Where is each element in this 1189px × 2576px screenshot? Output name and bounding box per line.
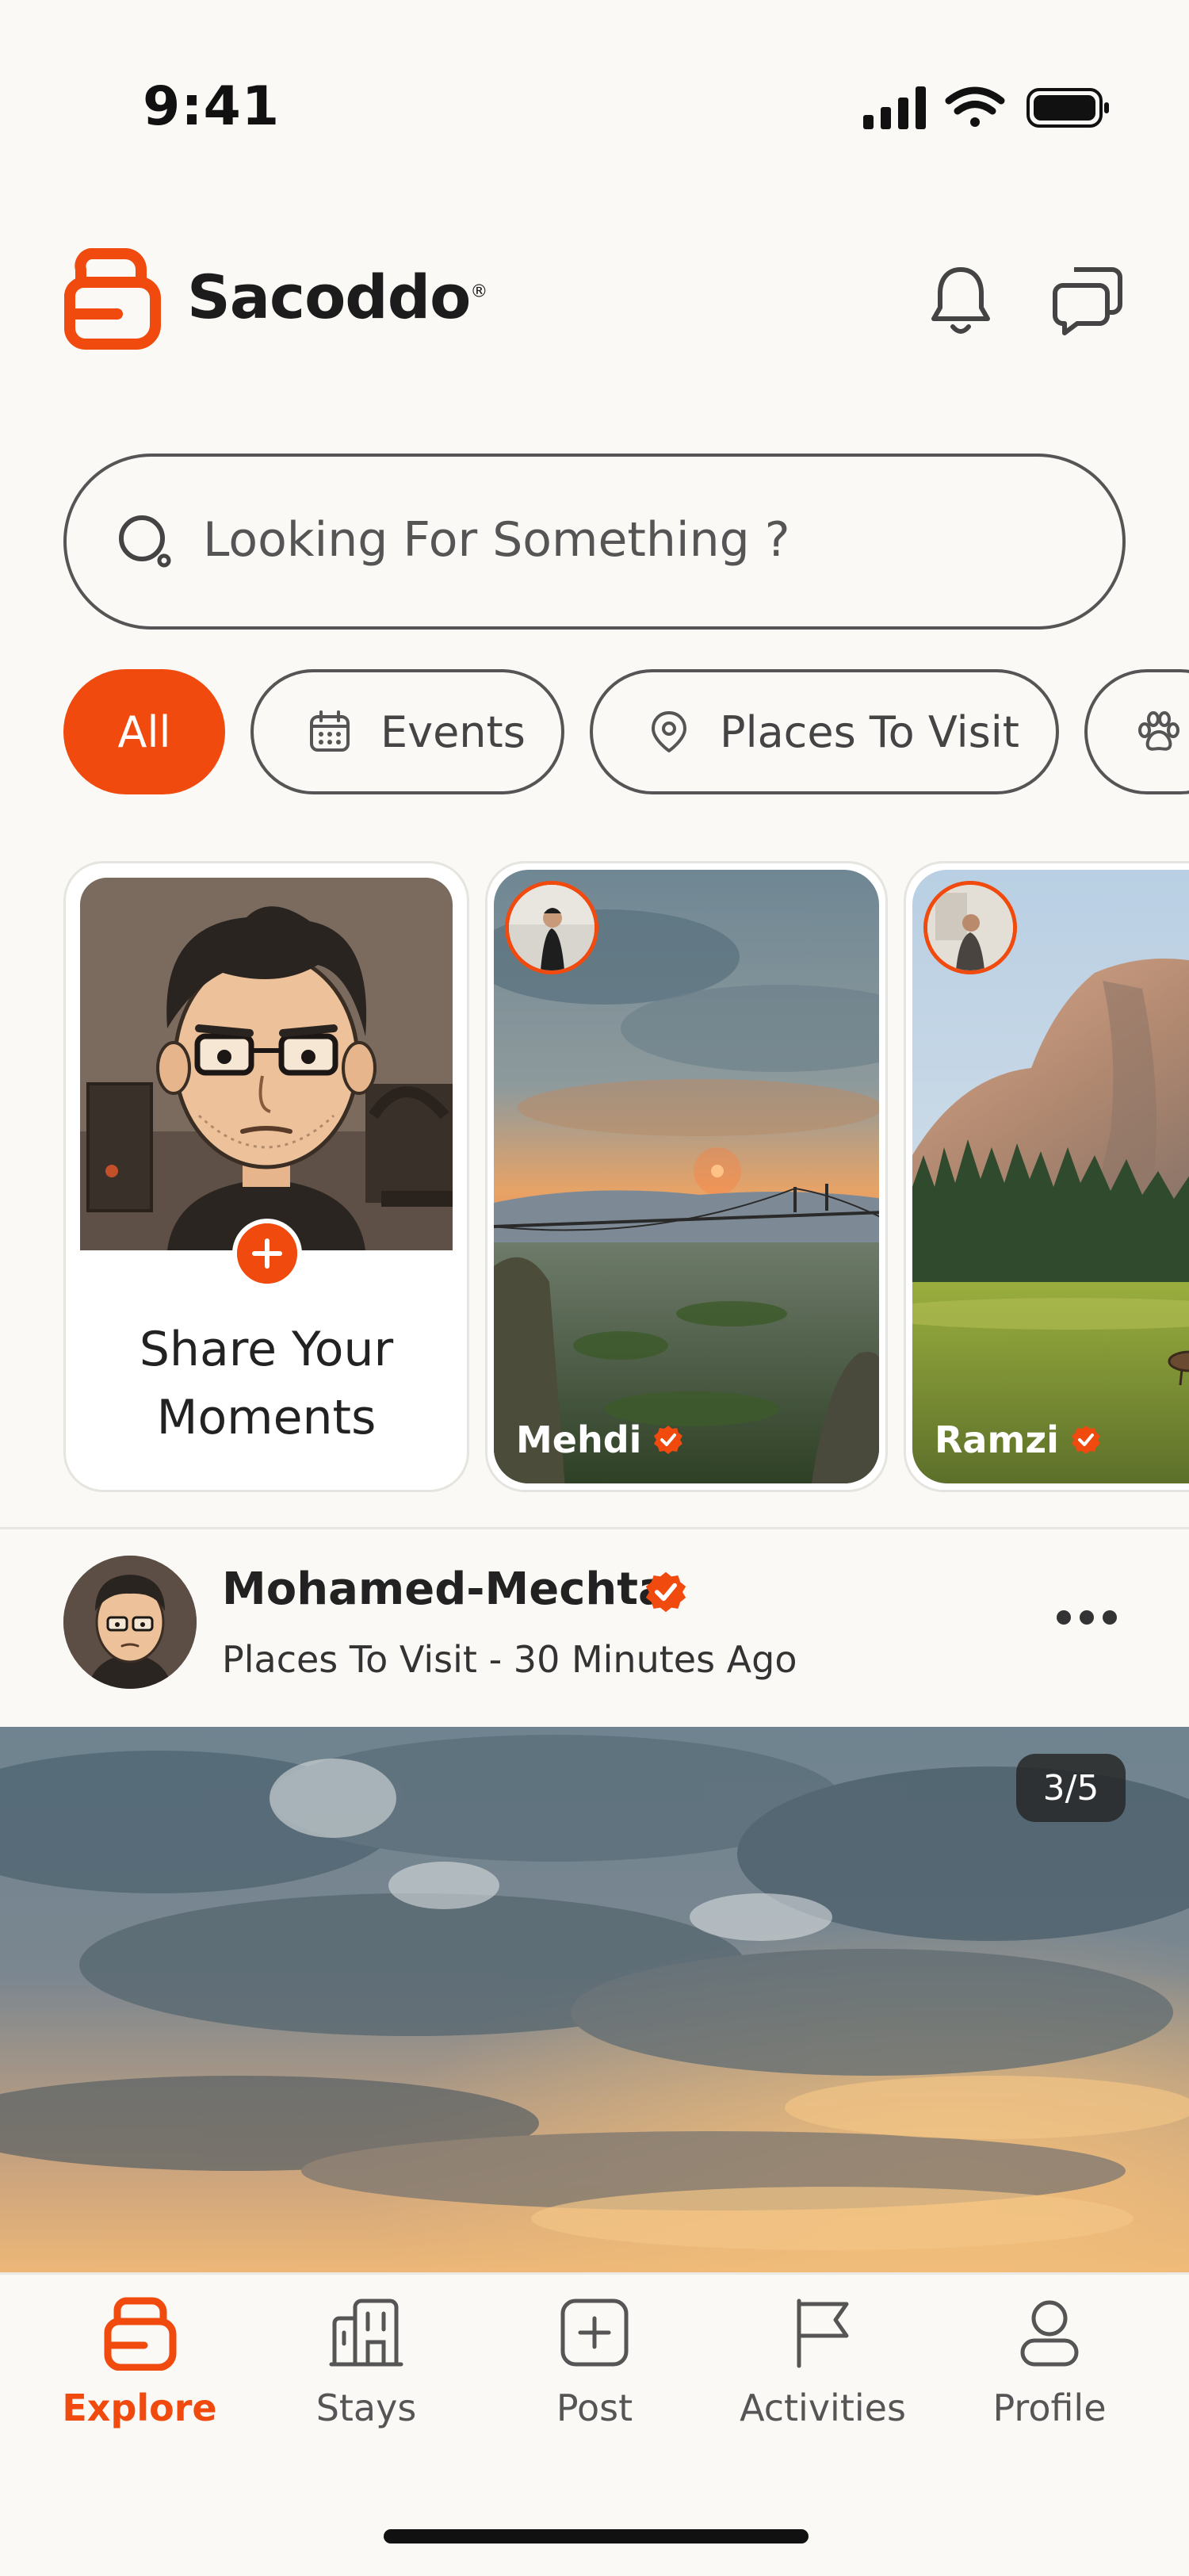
profile-icon: [1020, 2300, 1079, 2367]
post-meta: Places To Visit - 30 Minutes Ago: [222, 1638, 797, 1681]
story-card-mehdi[interactable]: Mehdi: [485, 861, 888, 1492]
user-avatar-illustration: [80, 878, 453, 1250]
post-author-name[interactable]: Mohamed-Mechta: [222, 1564, 668, 1615]
divider: [0, 1527, 1189, 1529]
tab-explore[interactable]: Explore: [36, 2295, 243, 2437]
brand-name: Sacoddo®: [187, 262, 487, 332]
post-image-cloudy-sky[interactable]: [0, 1727, 1189, 2274]
status-icons: [863, 86, 1109, 129]
status-time: 9:41: [143, 75, 281, 138]
chip-label: All: [117, 706, 171, 757]
share-moments-card[interactable]: Share Your Moments: [63, 861, 469, 1492]
story-author-name: Ramzi: [935, 1418, 1059, 1461]
chip-places-to-visit[interactable]: Places To Visit: [590, 669, 1059, 794]
story-card-ramzi[interactable]: Ramzi: [904, 861, 1189, 1492]
building-icon: [329, 2298, 403, 2367]
add-story-button[interactable]: [232, 1219, 302, 1288]
notifications-bell-icon[interactable]: [927, 263, 994, 338]
signal-icon: [863, 86, 926, 129]
chip-label: Places To Visit: [720, 706, 1019, 757]
battery-icon: [1027, 88, 1109, 128]
post-author-avatar[interactable]: [63, 1556, 197, 1689]
add-post-icon: [560, 2298, 629, 2367]
location-pin-icon: [652, 711, 686, 752]
explore-icon: [104, 2297, 177, 2371]
brand-logo-icon: [64, 248, 161, 350]
tab-stays[interactable]: Stays: [263, 2295, 469, 2437]
chip-events[interactable]: Events: [250, 669, 564, 794]
messages-icon[interactable]: [1050, 263, 1125, 338]
story-author-avatar: [505, 881, 598, 974]
tab-profile[interactable]: Profile: [946, 2295, 1153, 2437]
tab-label: Explore: [62, 2387, 217, 2429]
chip-label: Events: [380, 706, 526, 757]
tab-label: Post: [556, 2387, 633, 2429]
search-icon: [119, 515, 171, 568]
verified-badge-icon: [1071, 1426, 1100, 1454]
story-author-avatar: [923, 881, 1017, 974]
search-input[interactable]: Looking For Something ?: [203, 512, 790, 568]
more-options-icon[interactable]: [1054, 1606, 1119, 1629]
calendar-icon: [310, 710, 350, 752]
chip-pets[interactable]: [1084, 669, 1189, 794]
share-moments-label: Share Your Moments: [139, 1322, 394, 1445]
tab-label: Stays: [315, 2387, 417, 2429]
wifi-icon: [945, 86, 1005, 127]
verified-badge-icon: [645, 1571, 686, 1613]
home-indicator: [384, 2529, 809, 2543]
story-author: Ramzi: [935, 1418, 1102, 1461]
tab-label: Profile: [992, 2387, 1107, 2429]
tab-label: Activities: [740, 2387, 906, 2429]
chip-all[interactable]: All: [63, 669, 225, 794]
verified-badge-icon: [654, 1426, 683, 1454]
story-author-name: Mehdi: [516, 1418, 642, 1461]
image-counter-badge: 3/5: [1016, 1754, 1126, 1822]
paw-icon: [1138, 711, 1179, 751]
tab-activities[interactable]: Activities: [720, 2295, 926, 2437]
tab-post[interactable]: Post: [491, 2295, 698, 2437]
story-author: Mehdi: [516, 1418, 684, 1461]
flag-icon: [797, 2298, 849, 2368]
